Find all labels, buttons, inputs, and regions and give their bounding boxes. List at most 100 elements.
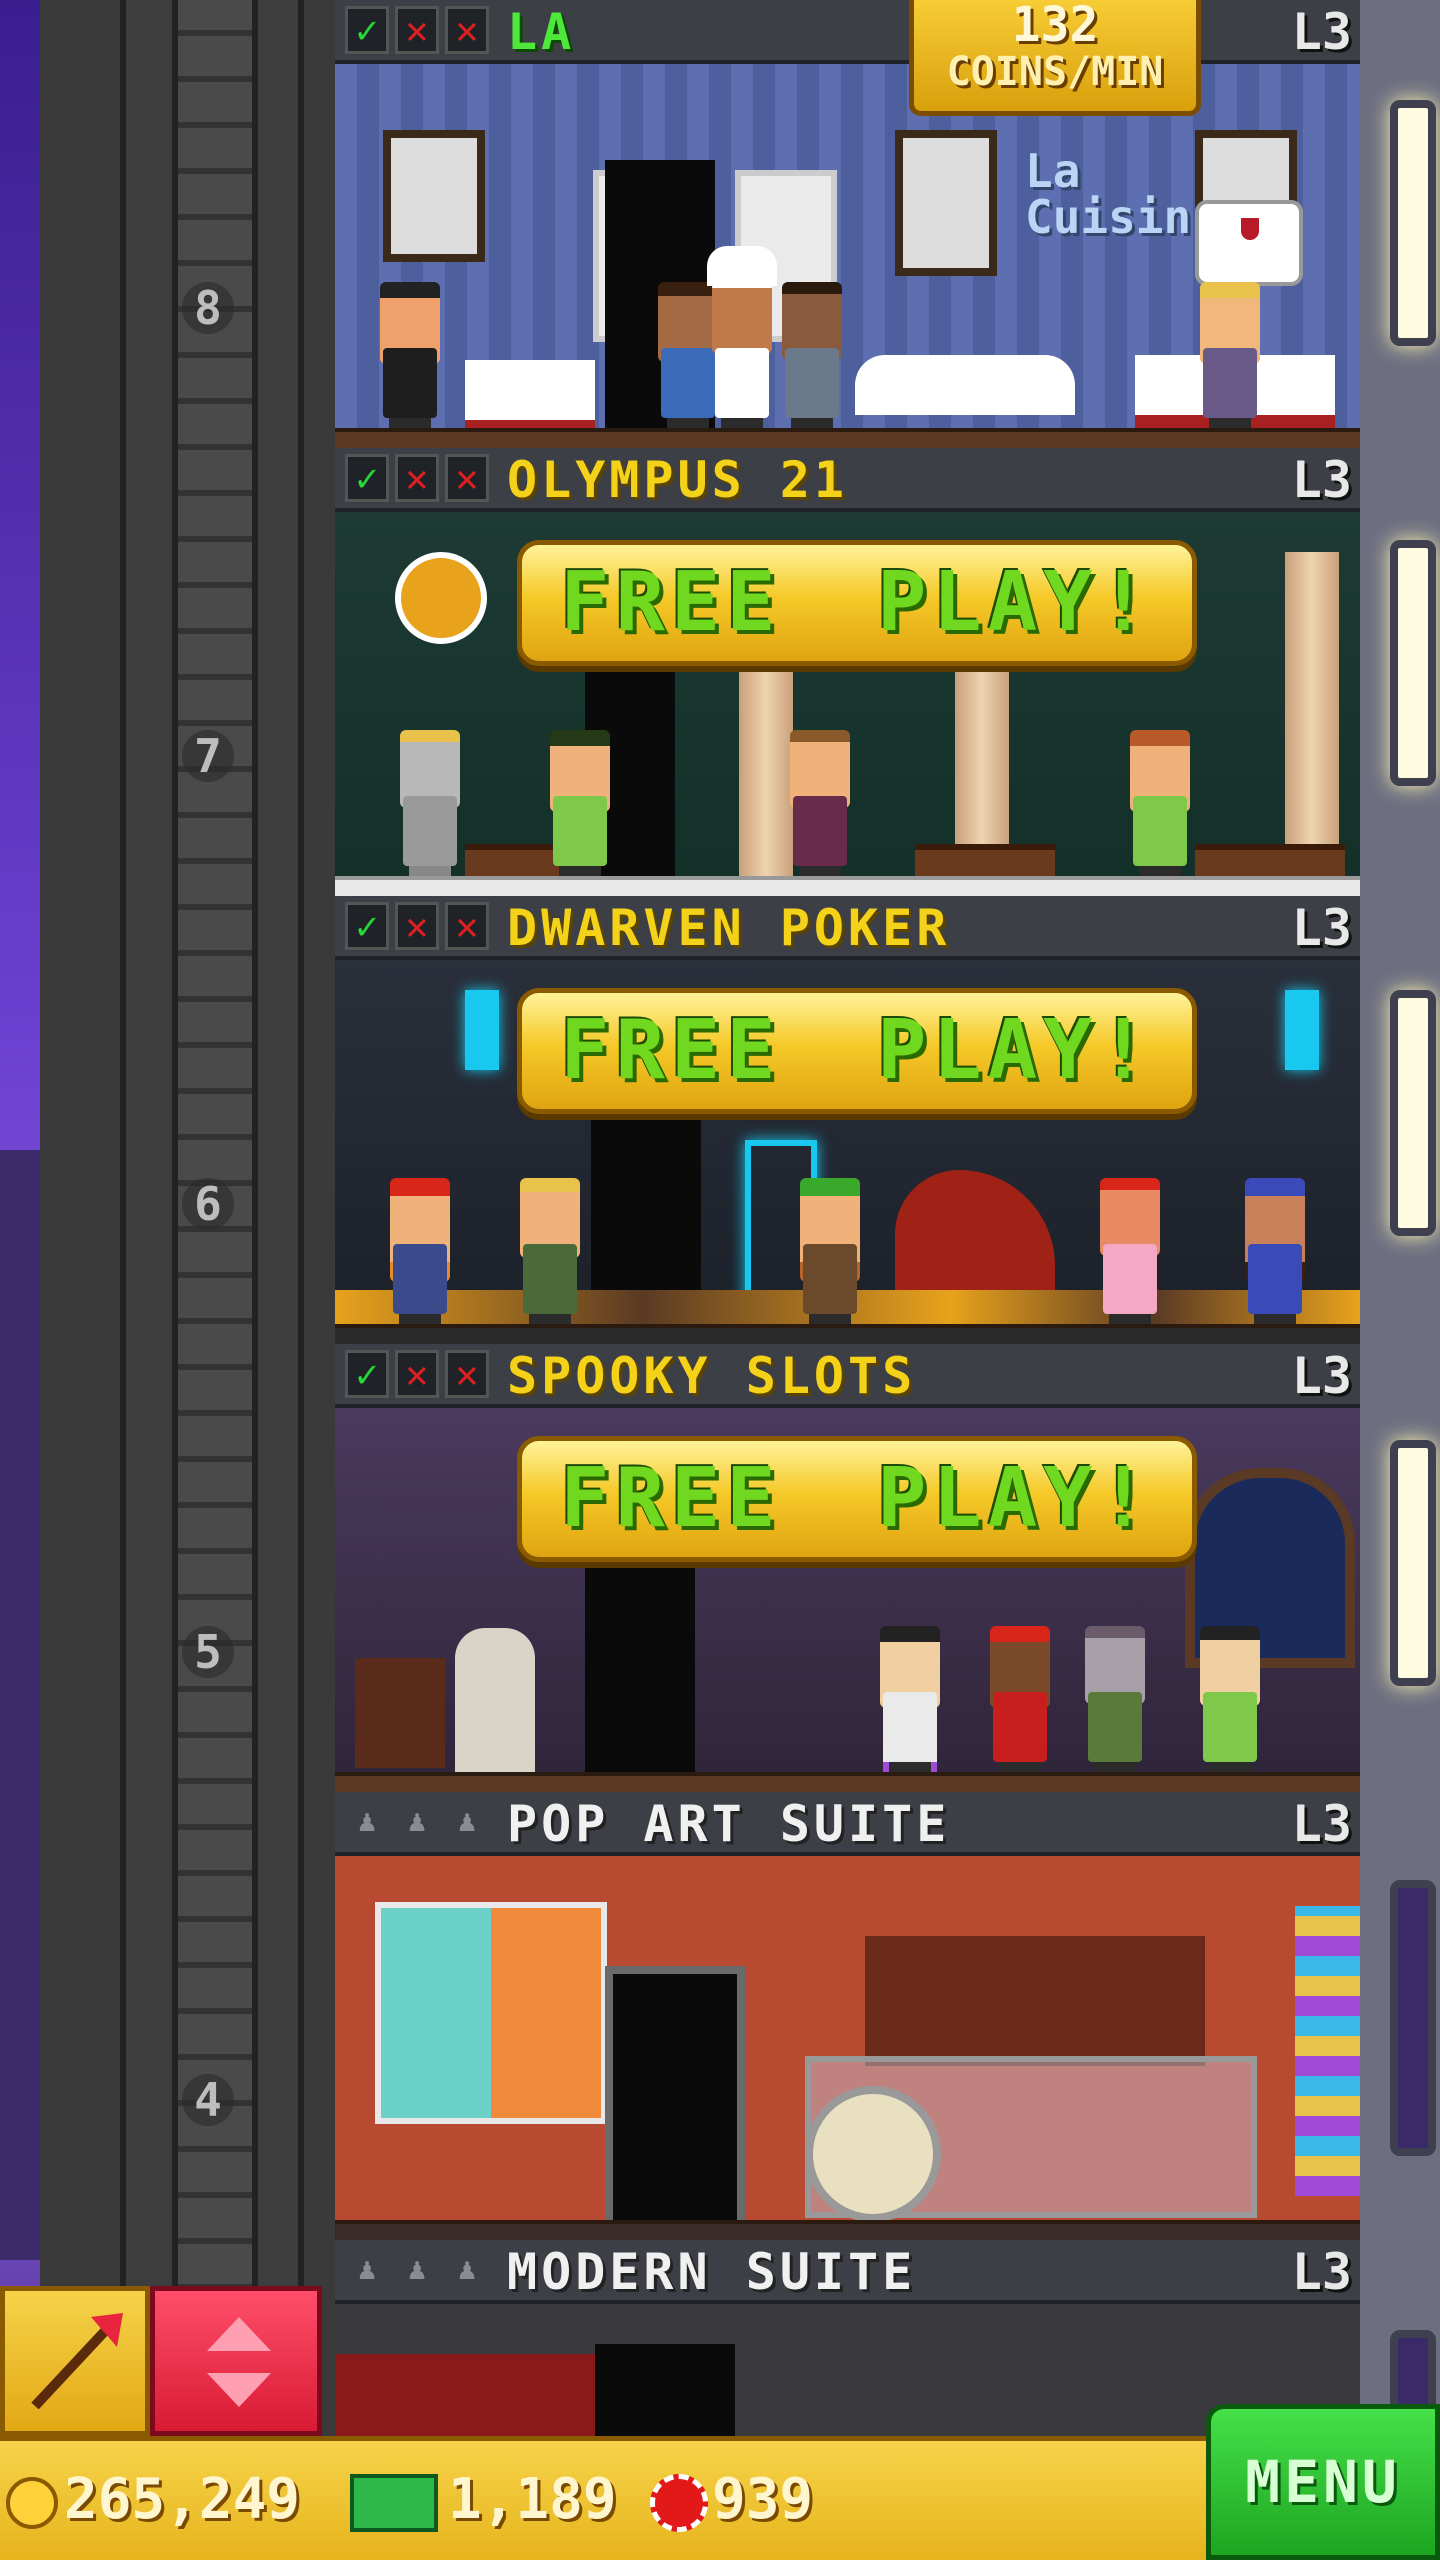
coins-value: 265,249 [64,2467,301,2532]
dwarf-bitizen[interactable] [795,1178,865,1328]
cross-icon: ✕ [445,6,489,54]
floor-8-header: ✓ ✕ ✕ LA L3 [335,0,1360,64]
staff-slot-icon: ♟ [457,2252,477,2287]
bitizen[interactable] [1095,1178,1165,1328]
floor-7-name: OLYMPUS 21 [507,451,849,509]
bitizen[interactable] [985,1626,1055,1776]
floor-5-name: SPOOKY SLOTS [507,1347,917,1405]
marble-column [1285,552,1339,882]
menu-button[interactable]: MENU [1206,2404,1440,2560]
wall-painting [383,130,485,262]
waiter-bitizen[interactable] [375,282,445,432]
bitizen[interactable] [545,730,615,880]
doorway [595,2344,735,2436]
bitizen[interactable] [1195,1626,1265,1776]
coins-per-minute-value: 132 [1011,0,1099,53]
check-icon: ✓ [345,902,389,950]
free-play-label: FREE PLAY! [560,1451,1154,1546]
shaft-rail-right [252,0,304,2560]
sign-line-1: La [1025,144,1081,198]
floor-5-stock-status: ✓ ✕ ✕ [345,1350,489,1398]
chips-stat: 939 [650,2455,813,2545]
floor-8-restaurant[interactable]: La Cuisin ✓ ✕ ✕ LA L3 132 COINS/MIN [335,0,1360,448]
free-play-button-floor-6[interactable]: FREE PLAY! [517,988,1197,1114]
night-sky [0,0,40,2560]
card-table [915,844,1055,880]
coin-icon [6,2476,58,2529]
floor-5-level: L3 [1291,1347,1352,1405]
sofa [335,2354,595,2436]
window [1390,100,1436,346]
window [1390,1440,1436,1686]
elevator-up-arrow-icon [207,2317,271,2351]
cross-icon: ✕ [445,454,489,502]
bux-value: 1,189 [448,2467,617,2532]
free-play-button-floor-5[interactable]: FREE PLAY! [517,1436,1197,1562]
floor-6-level: L3 [1291,899,1352,957]
distant-building [0,1150,40,2260]
bitizen[interactable] [785,730,855,880]
dwarf-bitizen[interactable] [385,1178,455,1328]
elevator-down-arrow-icon [207,2373,271,2407]
cross-icon: ✕ [395,902,439,950]
slot-machine-bitizen[interactable] [875,1626,945,1778]
resource-bar: 265,249 1,189 939 [0,2436,1210,2560]
cross-icon: ✕ [395,6,439,54]
floor-4-pop-art-suite[interactable]: ♟ ♟ ♟ POP ART SUITE L3 [335,1792,1360,2240]
slot-machine [455,1628,535,1778]
restaurant-sign: La Cuisin [1025,144,1191,240]
floor-3-staff-slots: ♟ ♟ ♟ [345,2246,489,2294]
wizard-dwarf-bitizen[interactable] [1240,1178,1310,1328]
staff-slot-icon: ♟ [407,2252,427,2287]
free-play-button-floor-7[interactable]: FREE PLAY! [517,540,1197,666]
coins-per-minute-badge: 132 COINS/MIN [909,0,1201,116]
floor-4-header: ♟ ♟ ♟ POP ART SUITE L3 [335,1792,1360,1856]
floor-number-5: 5 [182,1626,234,1678]
floor-number-4: 4 [182,2074,234,2126]
bitizen[interactable] [1125,730,1195,880]
staff-slot-icon: ♟ [357,2252,377,2287]
floor-6-dwarven-poker[interactable]: ✓ ✕ ✕ DWARVEN POKER L3 FREE PLAY! [335,896,1360,1344]
floor-number-8: 8 [182,282,234,334]
rune-light [465,990,499,1070]
bitizen[interactable] [515,1178,585,1328]
elevator-control-button[interactable] [150,2286,322,2436]
coins-per-minute-unit: COINS/MIN [946,49,1164,95]
bitizen[interactable] [1195,282,1265,432]
cross-icon: ✕ [395,1350,439,1398]
floor-7-level: L3 [1291,451,1352,509]
window [1390,540,1436,786]
floor-8-stock-status: ✓ ✕ ✕ [345,6,489,54]
wine-thought-bubble [1195,200,1303,286]
wall-painting [895,130,997,276]
chips-value: 939 [712,2467,814,2532]
zombie-bitizen[interactable] [1080,1626,1150,1776]
casino-chip-icon [650,2473,708,2532]
floor-5-spooky-slots[interactable]: ✓ ✕ ✕ SPOOKY SLOTS L3 FREE PLAY! [335,1344,1360,1792]
dining-table [855,355,1075,415]
floor-4-staff-slots: ♟ ♟ ♟ [345,1798,489,1846]
dining-table [465,360,595,434]
cross-icon: ✕ [445,902,489,950]
floor-5-header: ✓ ✕ ✕ SPOOKY SLOTS L3 [335,1344,1360,1408]
bitizen[interactable] [777,282,847,432]
candle-table [355,1658,445,1768]
shaft-rail-left [120,0,178,2560]
floor-number-7: 7 [182,730,234,782]
pop-art-panel [1295,1906,1360,2196]
cross-icon: ✕ [395,454,439,502]
wall-shelf [865,1936,1205,2066]
free-play-label: FREE PLAY! [560,1003,1154,1098]
chef-bitizen[interactable] [707,246,777,432]
staff-slot-icon: ♟ [457,1804,477,1839]
elevator-shaft[interactable]: 8 7 6 5 4 [40,0,335,2560]
pop-art-painting [375,1902,607,2124]
check-icon: ✓ [345,1350,389,1398]
floor-7-olympus-21[interactable]: ✓ ✕ ✕ OLYMPUS 21 L3 FREE PLAY! [335,448,1360,896]
statue-bitizen[interactable] [395,730,465,880]
raffle-wand-icon [31,2313,123,2410]
raffle-tool-button[interactable] [0,2286,150,2436]
floor-3-modern-suite[interactable]: ♟ ♟ ♟ MODERN SUITE L3 [335,2240,1360,2436]
building-right-wall [1360,0,1440,2560]
window [1390,990,1436,1236]
